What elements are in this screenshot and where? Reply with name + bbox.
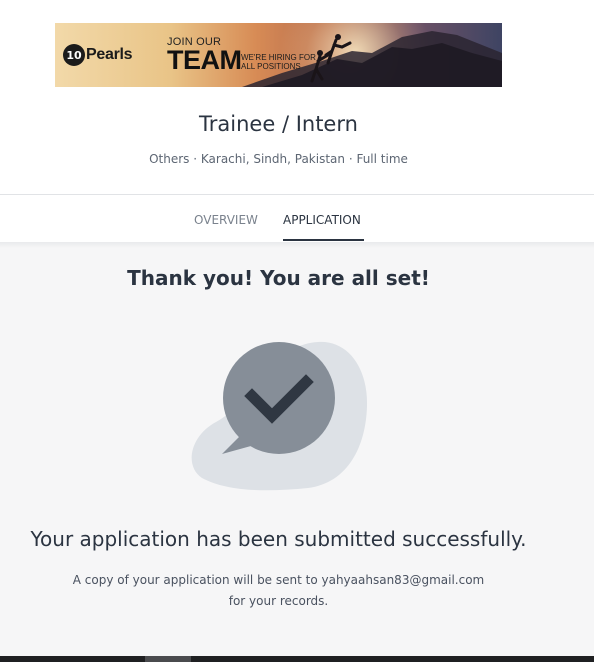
bottom-scrollbar[interactable] bbox=[0, 656, 594, 662]
success-message: Your application has been submitted succ… bbox=[30, 527, 527, 551]
copy-note-line-1: A copy of your application will be sent … bbox=[72, 573, 485, 587]
banner-team-text: TEAM bbox=[167, 45, 242, 75]
banner-hiring-text: WE'RE HIRING FOR ALL POSITIONS bbox=[241, 53, 316, 71]
logo-text: Pearls bbox=[86, 46, 133, 63]
job-title: Trainee / Intern bbox=[199, 112, 358, 136]
scrollbar-thumb[interactable] bbox=[145, 656, 191, 662]
company-logo: 10 Pearls bbox=[63, 43, 133, 67]
active-tab-indicator bbox=[283, 239, 364, 241]
job-meta: Others · Karachi, Sindh, Pakistan · Full… bbox=[149, 152, 408, 166]
tabs-shadow bbox=[0, 242, 594, 248]
tab-overview[interactable]: OVERVIEW bbox=[194, 213, 258, 227]
copy-note-line-2: for your records. bbox=[228, 594, 329, 608]
confirmation-heading: Thank you! You are all set! bbox=[127, 266, 430, 290]
careers-banner: 10 Pearls JOIN OUR TEAM WE'RE HIRING FOR… bbox=[55, 23, 502, 87]
logo-mark: 10 bbox=[63, 44, 85, 66]
check-chat-bubble-icon bbox=[191, 341, 368, 491]
copy-note: A copy of your application will be sent … bbox=[0, 570, 557, 612]
tab-application[interactable]: APPLICATION bbox=[283, 213, 361, 227]
job-tabs: OVERVIEW APPLICATION bbox=[0, 195, 594, 242]
